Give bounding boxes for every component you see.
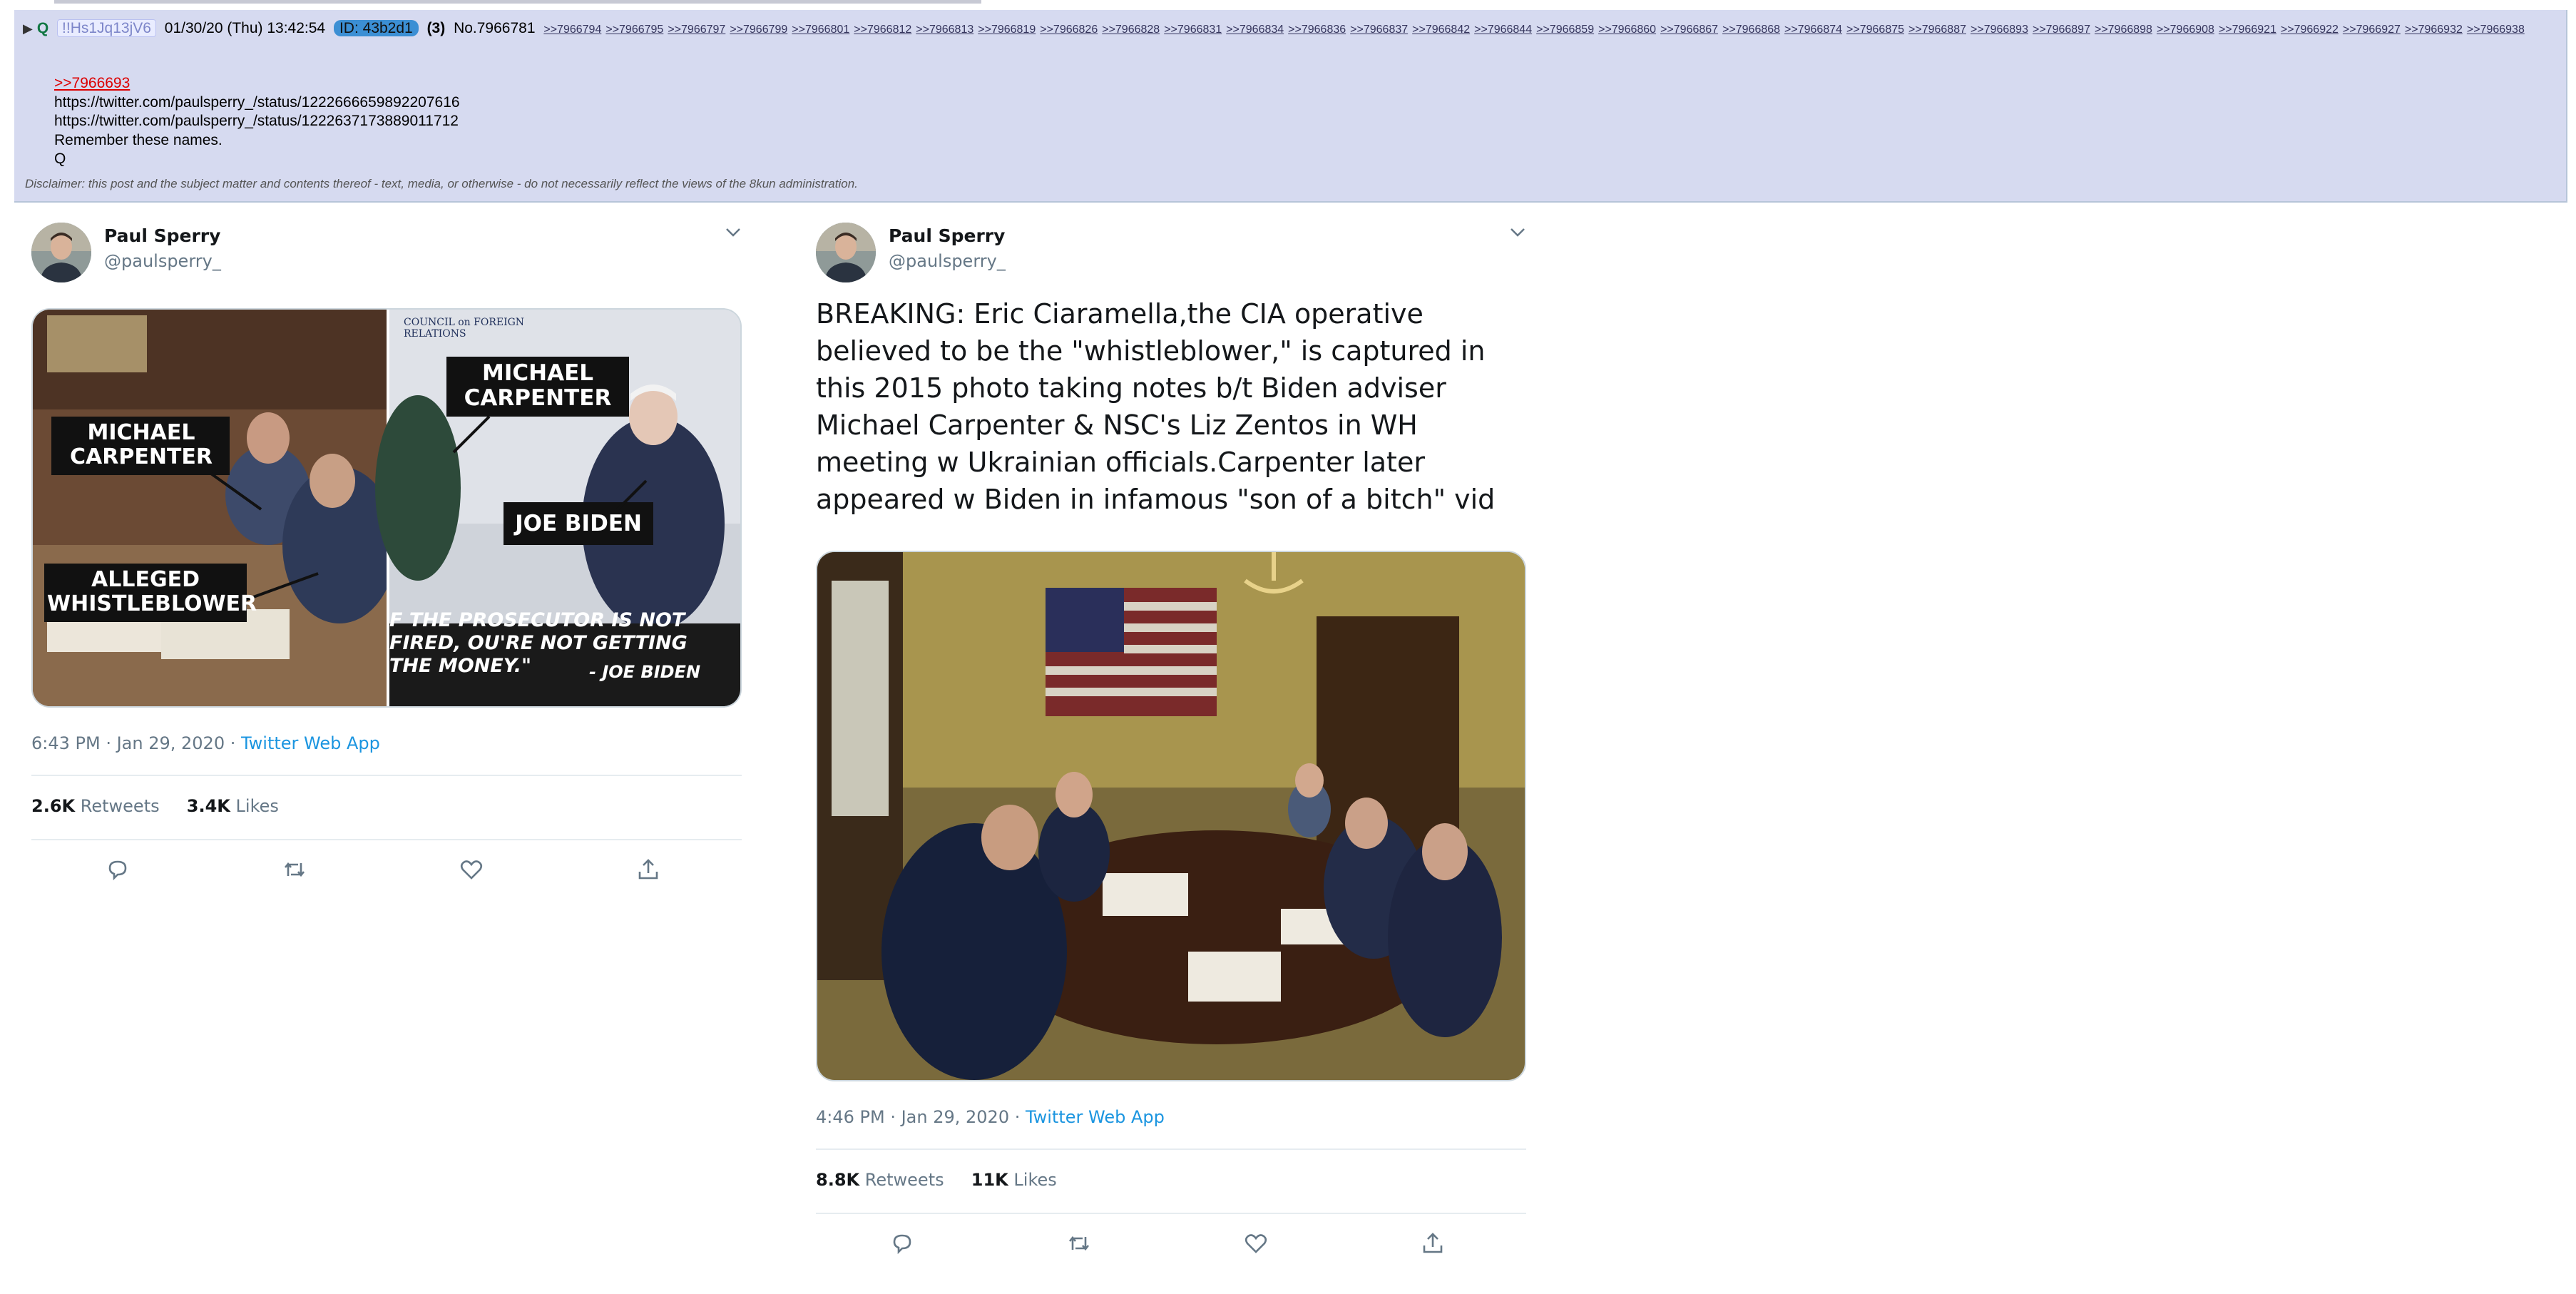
quote-link[interactable]: >>7966693: [54, 75, 130, 91]
backlinks: >>7966794 >>7966795 >>7966797 >>7966799 >>79…: [543, 20, 2529, 36]
image-banner: COUNCIL on FOREIGN RELATIONS: [404, 317, 525, 340]
like-icon[interactable]: [458, 856, 485, 883]
backlink[interactable]: >>7966875: [1846, 24, 1904, 36]
backlink[interactable]: >>7966932: [2405, 24, 2463, 36]
body-line: https://twitter.com/paulsperry_/status/1…: [54, 113, 459, 129]
backlink[interactable]: >>7966921: [2219, 24, 2276, 36]
likes-label: Likes: [235, 796, 279, 816]
body-line: https://twitter.com/paulsperry_/status/1…: [54, 93, 460, 111]
backlink[interactable]: >>7966842: [1412, 24, 1470, 36]
poster-id-badge[interactable]: ID: 43b2d1: [333, 20, 419, 36]
divider: [31, 839, 742, 840]
likes-label: Likes: [1013, 1170, 1057, 1190]
avatar[interactable]: [31, 223, 91, 282]
chevron-down-icon[interactable]: [725, 227, 742, 238]
image-label: JOE BIDEN: [515, 511, 642, 536]
image-label: MICHAEL CARPENTER: [464, 360, 612, 411]
backlink[interactable]: >>7966837: [1350, 24, 1408, 36]
retweets-label: Retweets: [80, 796, 160, 816]
backlink[interactable]: >>7966794: [543, 24, 601, 36]
backlink[interactable]: >>7966801: [792, 24, 849, 36]
chevron-down-icon[interactable]: [1509, 227, 1526, 238]
author-handle[interactable]: @paulsperry_: [104, 251, 221, 271]
backlink[interactable]: >>7966831: [1164, 24, 1222, 36]
like-icon[interactable]: [1242, 1230, 1269, 1257]
reply-count: (3): [426, 20, 446, 36]
share-icon[interactable]: [635, 856, 662, 883]
backlink[interactable]: >>7966844: [1474, 24, 1532, 36]
collapse-arrow-icon[interactable]: ▶: [23, 21, 33, 36]
tweet-actions: [31, 856, 742, 885]
backlink[interactable]: >>7966812: [854, 24, 911, 36]
avatar[interactable]: [816, 223, 876, 282]
backlink[interactable]: >>7966859: [1536, 24, 1594, 36]
divider: [816, 1148, 1526, 1150]
body-line: Q: [54, 151, 66, 167]
retweet-icon[interactable]: [281, 856, 308, 883]
backlink[interactable]: >>7966887: [1908, 24, 1966, 36]
backlink[interactable]: >>7966874: [1784, 24, 1842, 36]
disclaimer: Disclaimer: this post and the subject ma…: [25, 177, 858, 190]
like-count[interactable]: 11K: [971, 1170, 1008, 1190]
tweet-timestamp[interactable]: 4:46 PM · Jan 29, 2020: [816, 1107, 1009, 1127]
post-number[interactable]: No.7966781: [454, 20, 535, 36]
backlink[interactable]: >>7966868: [1722, 24, 1780, 36]
backlink[interactable]: >>7966867: [1660, 24, 1718, 36]
divider: [31, 775, 742, 776]
retweets-label: Retweets: [864, 1170, 944, 1190]
tweet-image[interactable]: MICHAEL CARPENTER ALLEGED WHISTLEBLOWER …: [31, 308, 742, 708]
imageboard-post: ▶ Q !!Hs1Jq13jV6 01/30/20 (Thu) 13:42:54 …: [14, 10, 2567, 203]
backlink[interactable]: >>7966826: [1040, 24, 1098, 36]
retweet-count[interactable]: 8.8K: [816, 1170, 859, 1190]
body-line: Remember these names.: [54, 131, 223, 148]
backlink[interactable]: >>7966938: [2467, 24, 2525, 36]
post-body: >>7966693 https://twitter.com/paulsperry…: [54, 74, 460, 169]
tweet-source-app[interactable]: Twitter Web App: [1026, 1107, 1165, 1127]
backlink[interactable]: >>7966834: [1226, 24, 1284, 36]
share-icon[interactable]: [1419, 1230, 1446, 1257]
tripcode: !!Hs1Jq13jV6: [57, 19, 156, 37]
backlink[interactable]: >>7966836: [1288, 24, 1346, 36]
retweet-icon[interactable]: [1065, 1230, 1093, 1257]
backlink[interactable]: >>7966860: [1598, 24, 1656, 36]
tweet-meta: 4:46 PM · Jan 29, 2020 · Twitter Web App: [816, 1107, 1165, 1127]
engagement-counts: 2.6K Retweets 3.4K Likes: [31, 796, 279, 816]
backlink[interactable]: >>7966799: [730, 24, 787, 36]
tweet-image[interactable]: [816, 551, 1526, 1081]
tweet-meta: 6:43 PM · Jan 29, 2020 · Twitter Web App: [31, 733, 380, 753]
retweet-count[interactable]: 2.6K: [31, 796, 75, 816]
scroll-indicator: [54, 0, 981, 4]
post-datetime: 01/30/20 (Thu) 13:42:54: [164, 20, 326, 36]
backlink[interactable]: >>7966897: [2033, 24, 2090, 36]
divider: [816, 1213, 1526, 1214]
tweet-actions: [816, 1230, 1526, 1258]
reply-icon[interactable]: [889, 1230, 916, 1257]
author-handle[interactable]: @paulsperry_: [889, 251, 1006, 271]
backlink[interactable]: >>7966898: [2095, 24, 2152, 36]
engagement-counts: 8.8K Retweets 11K Likes: [816, 1170, 1057, 1190]
post-header: ▶ Q !!Hs1Jq13jV6 01/30/20 (Thu) 13:42:54 …: [23, 19, 2559, 40]
image-label: MICHAEL CARPENTER: [70, 420, 213, 469]
backlink[interactable]: >>7966927: [2343, 24, 2401, 36]
meeting-photo: [817, 552, 1525, 1080]
top-strip: [0, 0, 2576, 4]
image-label: ALLEGED WHISTLEBLOWER: [47, 567, 257, 616]
backlink[interactable]: >>7966813: [916, 24, 973, 36]
backlink[interactable]: >>7966893: [1971, 24, 2028, 36]
backlink[interactable]: >>7966797: [668, 24, 725, 36]
poster-name: Q: [36, 20, 49, 36]
backlink[interactable]: >>7966922: [2281, 24, 2339, 36]
tweet-text: BREAKING: Eric Ciaramella,the CIA operat…: [816, 298, 1496, 515]
image-quote-attribution: - JOE BIDEN: [589, 662, 701, 682]
author-name[interactable]: Paul Sperry: [889, 225, 1005, 246]
tweet-source-app[interactable]: Twitter Web App: [241, 733, 380, 753]
tweet-timestamp[interactable]: 6:43 PM · Jan 29, 2020: [31, 733, 225, 753]
backlink[interactable]: >>7966795: [605, 24, 663, 36]
like-count[interactable]: 3.4K: [187, 796, 230, 816]
backlink[interactable]: >>7966828: [1102, 24, 1160, 36]
backlink[interactable]: >>7966908: [2157, 24, 2214, 36]
reply-icon[interactable]: [104, 856, 131, 883]
backlink[interactable]: >>7966819: [978, 24, 1036, 36]
author-name[interactable]: Paul Sperry: [104, 225, 220, 246]
